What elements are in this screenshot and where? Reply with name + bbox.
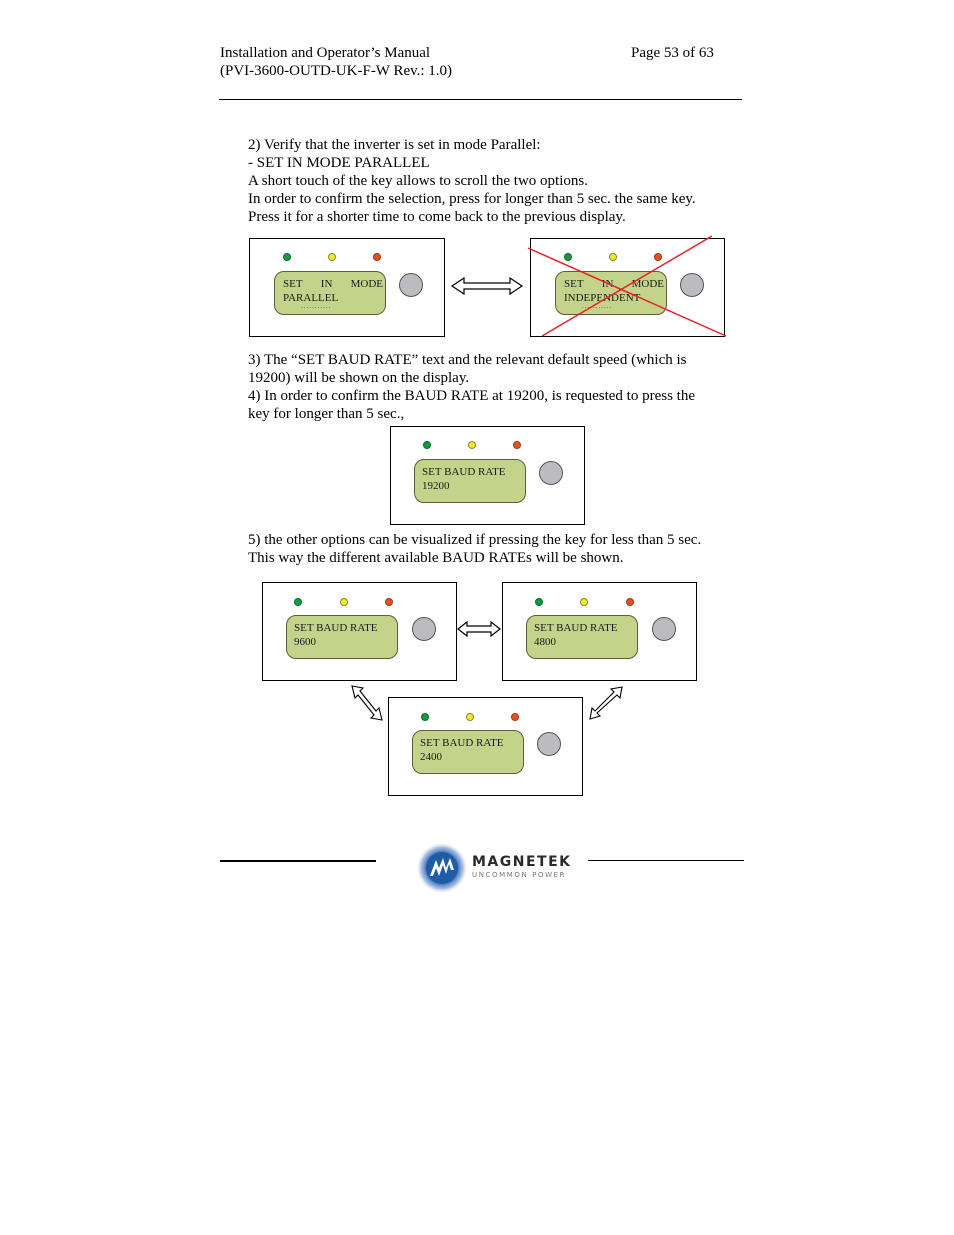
key-button[interactable] xyxy=(412,617,436,641)
red-led-icon xyxy=(385,598,393,606)
lcd-screen: SET IN MODE PARALLEL ........... xyxy=(274,271,386,315)
key-button[interactable] xyxy=(399,273,423,297)
lcd-line-2: 9600 xyxy=(294,636,316,648)
display-panel-2400: SET BAUD RATE 2400 xyxy=(388,697,583,796)
lcd-line-2: 2400 xyxy=(420,751,442,763)
display-panel-parallel: SET IN MODE PARALLEL ........... xyxy=(249,238,445,337)
section-3-4-text: 3) The “SET BAUD RATE” text and the rele… xyxy=(248,351,695,423)
lcd-screen: SET BAUD RATE 4800 xyxy=(526,615,638,659)
lcd-line-1: SET BAUD RATE xyxy=(294,622,378,634)
text-line: key for longer than 5 sec., xyxy=(248,406,405,422)
lcd-line-1: SET BAUD RATE xyxy=(534,622,618,634)
yellow-led-icon xyxy=(466,713,474,721)
brand-name: MAGNETEK xyxy=(472,854,572,870)
text-line: Press it for a shorter time to come back… xyxy=(248,209,626,225)
green-led-icon xyxy=(294,598,302,606)
page-number: Page 53 of 63 xyxy=(631,45,714,61)
red-led-icon xyxy=(373,253,381,261)
key-button[interactable] xyxy=(539,461,563,485)
brand-tagline: UNCOMMON POWER xyxy=(472,871,567,879)
text-line: - SET IN MODE PARALLEL xyxy=(248,155,430,171)
header-title-line2: (PVI-3600-OUTD-UK-F-W Rev.: 1.0) xyxy=(220,63,453,79)
display-panel-4800: SET BAUD RATE 4800 xyxy=(502,582,697,681)
lcd-line-1: SET BAUD RATE xyxy=(420,737,504,749)
lcd-screen: SET BAUD RATE 19200 xyxy=(414,459,526,503)
magnetek-logo: MAGNETEK UNCOMMON POWER xyxy=(414,842,584,894)
lcd-word: IN xyxy=(320,278,333,290)
lcd-word: SET xyxy=(283,278,303,290)
text-line: 4) In order to confirm the BAUD RATE at … xyxy=(248,388,695,404)
key-button[interactable] xyxy=(652,617,676,641)
green-led-icon xyxy=(421,713,429,721)
yellow-led-icon xyxy=(580,598,588,606)
footer-rule-right xyxy=(588,860,744,861)
cross-out-icon xyxy=(527,235,727,337)
lcd-screen: SET BAUD RATE 9600 xyxy=(286,615,398,659)
header-title-line1: Installation and Operator’s Manual xyxy=(220,45,431,61)
green-led-icon xyxy=(423,441,431,449)
red-led-icon xyxy=(513,441,521,449)
lcd-word: MODE xyxy=(350,278,383,290)
section-2-text: 2) Verify that the inverter is set in mo… xyxy=(248,136,696,226)
diagonal-arrow-left-icon xyxy=(351,685,383,721)
text-line: 19200) will be shown on the display. xyxy=(248,370,470,386)
section-5-text: 5) the other options can be visualized i… xyxy=(248,531,701,567)
lcd-line-2: 19200 xyxy=(422,480,450,492)
footer-rule-left xyxy=(220,860,376,862)
yellow-led-icon xyxy=(468,441,476,449)
lcd-line-1: SET BAUD RATE xyxy=(422,466,506,478)
red-led-icon xyxy=(626,598,634,606)
text-line: In order to confirm the selection, press… xyxy=(248,191,696,207)
header-title: Installation and Operator’s Manual (PVI-… xyxy=(220,44,452,80)
text-line: 2) Verify that the inverter is set in mo… xyxy=(248,137,541,153)
yellow-led-icon xyxy=(340,598,348,606)
text-line: 3) The “SET BAUD RATE” text and the rele… xyxy=(248,352,687,368)
header-rule xyxy=(219,99,742,100)
display-panel-9600: SET BAUD RATE 9600 xyxy=(262,582,457,681)
lcd-line-2: PARALLEL xyxy=(283,292,339,304)
text-line: This way the different available BAUD RA… xyxy=(248,550,624,566)
green-led-icon xyxy=(283,253,291,261)
key-button[interactable] xyxy=(537,732,561,756)
double-arrow-icon xyxy=(457,620,501,638)
display-panel-19200: SET BAUD RATE 19200 xyxy=(390,426,585,525)
double-arrow-icon xyxy=(450,276,524,296)
lcd-screen: SET BAUD RATE 2400 xyxy=(412,730,524,774)
lcd-line-2: 4800 xyxy=(534,636,556,648)
yellow-led-icon xyxy=(328,253,336,261)
diagonal-arrow-right-icon xyxy=(589,686,623,720)
lcd-cursor-dots: ........... xyxy=(301,302,332,310)
green-led-icon xyxy=(535,598,543,606)
magnetek-logo-icon xyxy=(416,842,468,894)
text-line: 5) the other options can be visualized i… xyxy=(248,532,702,548)
lcd-line-1: SET IN MODE xyxy=(283,277,383,291)
red-led-icon xyxy=(511,713,519,721)
text-line: A short touch of the key allows to scrol… xyxy=(248,173,588,189)
